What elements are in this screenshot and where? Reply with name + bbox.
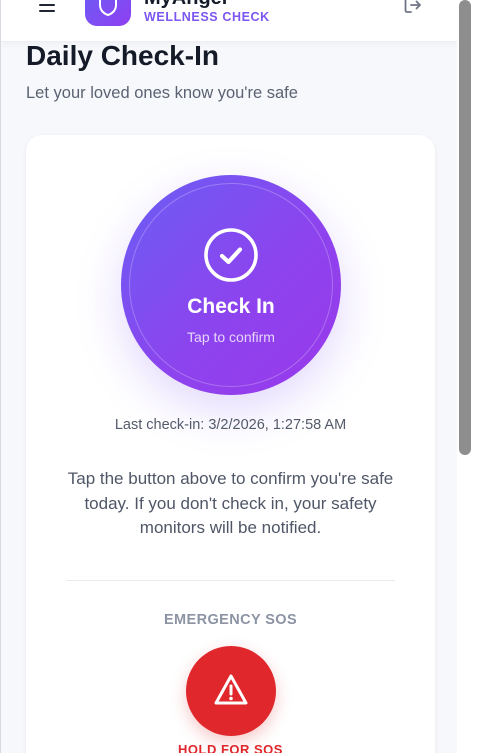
app-name: MyAngel [144, 0, 227, 8]
hamburger-menu-icon[interactable] [39, 0, 55, 12]
checkin-label: Check In [187, 295, 275, 318]
app-subtitle: WELLNESS CHECK [144, 10, 270, 24]
check-circle-icon [204, 228, 258, 282]
checkin-info-text: Tap the button above to confirm you're s… [67, 469, 394, 537]
page-subtitle: Let your loved ones know you're safe [26, 84, 298, 102]
sos-label: HOLD FOR SOS [178, 742, 283, 753]
last-checkin-text: Last check-in: 3/2/2026, 1:27:58 AM [114, 417, 347, 433]
checkin-button[interactable]: Check In Tap to confirm [121, 175, 341, 395]
top-header: MyAngel WELLNESS CHECK [1, 0, 457, 42]
page-title: Daily Check-In [26, 40, 219, 71]
warning-triangle-icon [214, 674, 248, 705]
logout-icon[interactable] [402, 0, 424, 16]
sos-heading: EMERGENCY SOS [163, 612, 298, 628]
sos-button[interactable] [186, 646, 276, 736]
section-divider [66, 580, 395, 581]
shield-icon [99, 0, 117, 16]
app-viewport: MyAngel WELLNESS CHECK Daily Check-In Le… [0, 0, 484, 753]
checkin-sublabel: Tap to confirm [187, 329, 275, 345]
app-logo [85, 0, 131, 26]
scrollbar-thumb[interactable] [459, 0, 471, 455]
checkin-ring [129, 183, 333, 387]
